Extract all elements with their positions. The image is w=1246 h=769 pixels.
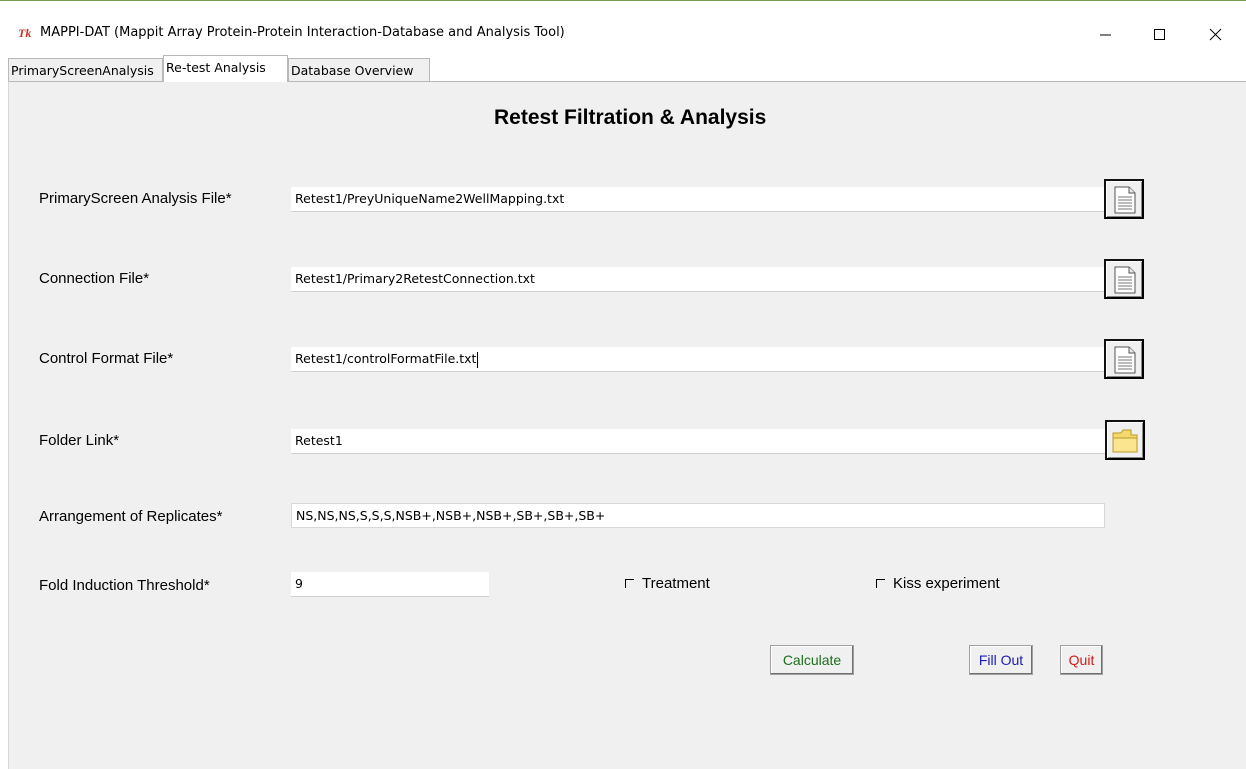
kiss-experiment-label: Kiss experiment: [893, 575, 1000, 592]
tk-app-icon: Tk: [18, 26, 32, 40]
fold-induction-input[interactable]: 9: [291, 572, 489, 597]
quit-button[interactable]: Quit: [1060, 645, 1103, 675]
treatment-label: Treatment: [642, 575, 710, 592]
window-title: MAPPI-DAT (Mappit Array Protein-Protein …: [40, 25, 565, 40]
treatment-checkbox[interactable]: Treatment: [625, 575, 710, 593]
maximize-icon: [1154, 29, 1165, 40]
control-format-file-input[interactable]: Retest1/controlFormatFile.txt: [291, 347, 1105, 372]
fold-induction-label: Fold Induction Threshold*: [39, 577, 210, 594]
control-format-file-label: Control Format File*: [39, 350, 174, 367]
folder-browse-button[interactable]: [1105, 420, 1145, 460]
tab-primary-screen-analysis[interactable]: PrimaryScreenAnalysis: [8, 58, 163, 81]
document-icon: [1114, 266, 1136, 294]
connection-browse-button[interactable]: [1104, 259, 1144, 299]
title-bar: Tk MAPPI-DAT (Mappit Array Protein-Prote…: [0, 1, 1246, 51]
close-icon: [1209, 28, 1222, 41]
checkbox-icon: [625, 578, 634, 588]
control-format-file-value: Retest1/controlFormatFile.txt: [295, 351, 477, 366]
control-format-browse-button[interactable]: [1104, 339, 1144, 379]
page-title: Retest Filtration & Analysis: [494, 106, 767, 129]
primary-screen-file-input[interactable]: Retest1/PreyUniqueName2WellMapping.txt: [291, 187, 1105, 212]
calculate-button[interactable]: Calculate: [770, 645, 854, 675]
connection-file-input[interactable]: Retest1/Primary2RetestConnection.txt: [291, 267, 1105, 292]
text-caret: [477, 351, 479, 368]
close-button[interactable]: [1192, 17, 1238, 51]
folder-link-input[interactable]: Retest1: [291, 429, 1105, 454]
tab-retest-analysis[interactable]: Re-test Analysis: [163, 55, 288, 82]
replicates-input[interactable]: NS,NS,NS,S,S,S,NSB+,NSB+,NSB+,SB+,SB+,SB…: [291, 503, 1105, 528]
minimize-icon: [1100, 34, 1111, 36]
document-icon: [1114, 186, 1136, 214]
primary-screen-file-label: PrimaryScreen Analysis File*: [39, 190, 232, 207]
maximize-button[interactable]: [1136, 17, 1182, 51]
replicates-label: Arrangement of Replicates*: [39, 508, 223, 525]
primary-screen-browse-button[interactable]: [1104, 179, 1144, 219]
kiss-experiment-checkbox[interactable]: Kiss experiment: [876, 575, 1000, 593]
connection-file-label: Connection File*: [39, 270, 150, 287]
fill-out-button[interactable]: Fill Out: [969, 645, 1033, 675]
checkbox-icon: [876, 578, 885, 588]
tab-database-overview[interactable]: Database Overview: [288, 58, 430, 81]
folder-icon: [1112, 429, 1138, 453]
document-icon: [1114, 346, 1136, 374]
minimize-button[interactable]: [1082, 17, 1128, 51]
folder-link-label: Folder Link*: [39, 432, 120, 449]
